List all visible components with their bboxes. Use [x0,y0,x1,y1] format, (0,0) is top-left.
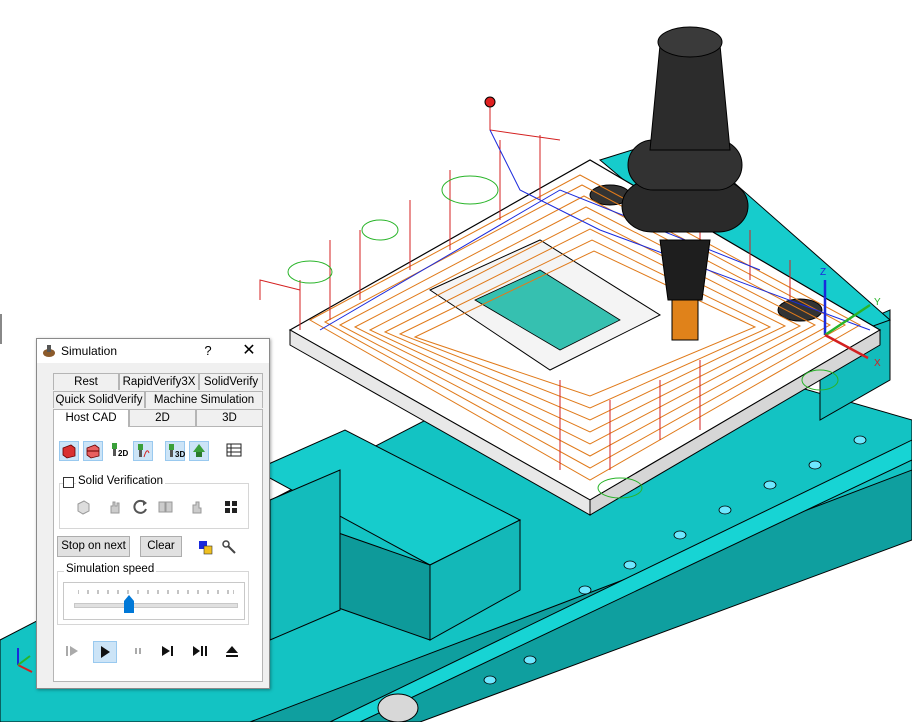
svg-text:2D: 2D [118,449,128,458]
settings-wrench-icon[interactable] [221,539,237,555]
dialog-title: Simulation [61,344,118,358]
holder-icon[interactable] [189,441,209,461]
step-next-icon[interactable] [157,641,181,663]
cube-icon[interactable] [75,499,91,515]
compare-icon[interactable] [157,499,175,515]
step-back-icon[interactable] [61,641,85,663]
help-button[interactable]: ? [197,341,219,361]
solid-verification-checkbox[interactable] [63,477,74,488]
tab-2d[interactable]: 2D [129,409,196,426]
tab-3d[interactable]: 3D [196,409,263,426]
speed-slider[interactable] [63,582,245,620]
play-icon[interactable] [93,641,117,663]
tab-quick-solidverify[interactable]: Quick SolidVerify [53,391,145,408]
tab-rest-material[interactable]: Rest Material [53,373,119,405]
stock-wire-icon[interactable] [83,441,103,461]
pause-icon[interactable] [127,641,151,663]
fit-icon[interactable] [223,499,239,515]
simulation-speed-label: Simulation speed [64,563,157,575]
simulation-app-icon [43,345,55,357]
clear-button[interactable]: Clear [140,536,182,557]
eject-icon[interactable] [221,641,245,663]
tab-solidverify[interactable]: SolidVerify [199,373,263,390]
hand-icon[interactable] [107,499,123,515]
tab-host-cad[interactable]: Host CAD [53,409,129,427]
slider-ticks [78,590,234,594]
title-bar: Simulation ? ✕ [37,339,269,363]
tab-machine-simulation[interactable]: Machine Simulation [145,391,263,408]
stop-on-next-button[interactable]: Stop on next [57,536,130,557]
simulation-dialog: Simulation ? ✕ Rest Material RapidVerify… [36,338,270,689]
reset-icon[interactable] [133,499,149,515]
tool-3d-icon[interactable]: 3D [165,441,185,461]
pointer-icon[interactable] [189,499,205,515]
solid-verification-label: Solid Verification [76,475,166,487]
svg-text:Z: Z [820,267,826,278]
close-button[interactable]: ✕ [237,341,261,361]
slider-thumb[interactable] [124,595,135,613]
toolpath-icon[interactable] [133,441,153,461]
stock-solid-icon[interactable] [59,441,79,461]
list-view-icon[interactable] [225,441,245,461]
tool-2d-icon[interactable]: 2D [109,441,129,461]
tab-rapidverify3x[interactable]: RapidVerify3X [119,373,199,390]
svg-text:X: X [874,358,881,369]
svg-text:Y: Y [874,297,881,308]
slider-track [74,603,238,608]
svg-text:3D: 3D [175,450,185,459]
step-forward-icon[interactable] [189,641,213,663]
color-icon[interactable] [197,539,213,555]
